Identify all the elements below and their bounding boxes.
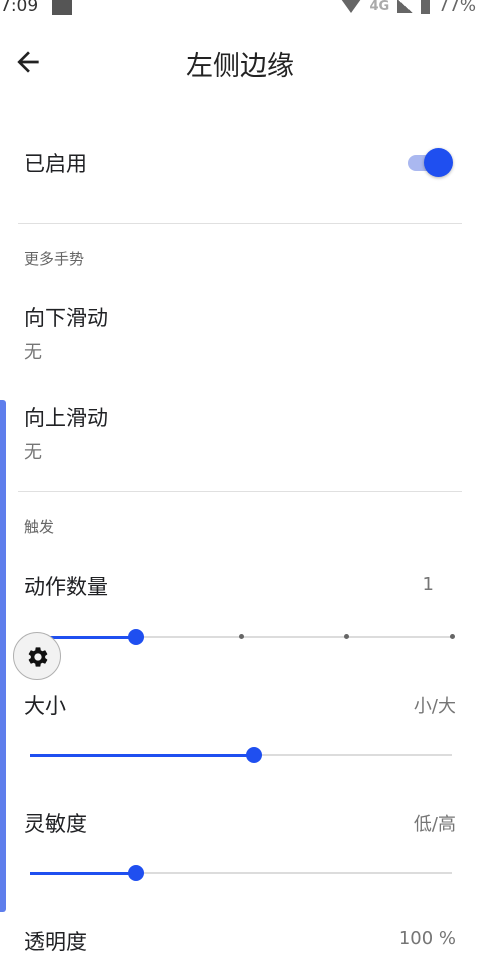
opacity-label: 透明度	[24, 930, 87, 954]
action-count-value: 1	[422, 574, 434, 595]
toggle-thumb	[424, 148, 453, 177]
battery-percent: 77%	[438, 0, 476, 16]
status-time: 7:09	[0, 0, 39, 16]
opacity-value: 100 %	[398, 928, 456, 949]
size-slider[interactable]	[30, 745, 452, 765]
slider-tick	[344, 634, 349, 639]
section-trigger: 触发	[24, 518, 55, 536]
battery-icon	[421, 0, 431, 14]
sensitivity-label: 灵敏度	[24, 812, 87, 836]
size-value: 小/大	[413, 696, 456, 717]
slider-thumb[interactable]	[245, 747, 262, 763]
divider	[18, 223, 462, 224]
swipe-up-label: 向上滑动	[24, 406, 108, 430]
app-bar: 左侧边缘	[0, 32, 480, 92]
status-bar: 7:09 4G 77%	[0, 0, 480, 22]
left-edge-bar[interactable]	[0, 400, 6, 912]
slider-thumb[interactable]	[127, 865, 144, 881]
page-title: 左侧边缘	[186, 51, 294, 82]
signal-icon	[397, 0, 414, 13]
swipe-down-label: 向下滑动	[24, 306, 108, 330]
swipe-up-value: 无	[24, 442, 42, 463]
gear-icon	[28, 647, 48, 667]
divider	[18, 491, 462, 492]
enabled-label: 已启用	[24, 152, 87, 176]
sensitivity-value: 低/高	[413, 814, 456, 835]
wifi-icon	[341, 0, 362, 13]
action-count-slider[interactable]	[30, 627, 455, 647]
action-count-label: 动作数量	[24, 575, 108, 599]
settings-fab[interactable]	[13, 632, 61, 680]
sensitivity-slider[interactable]	[30, 863, 452, 883]
notification-icon	[52, 0, 72, 15]
slider-fill	[30, 872, 136, 875]
enabled-toggle[interactable]	[406, 148, 454, 178]
network-type: 4G	[369, 0, 390, 14]
slider-tick	[449, 634, 455, 639]
slider-tick	[238, 634, 244, 639]
slider-thumb[interactable]	[127, 629, 144, 645]
swipe-down-value: 无	[24, 342, 42, 363]
section-more-gestures: 更多手势	[24, 250, 85, 268]
slider-fill	[30, 754, 254, 757]
status-icons: 4G 77%	[341, 0, 476, 16]
size-label: 大小	[24, 694, 66, 718]
